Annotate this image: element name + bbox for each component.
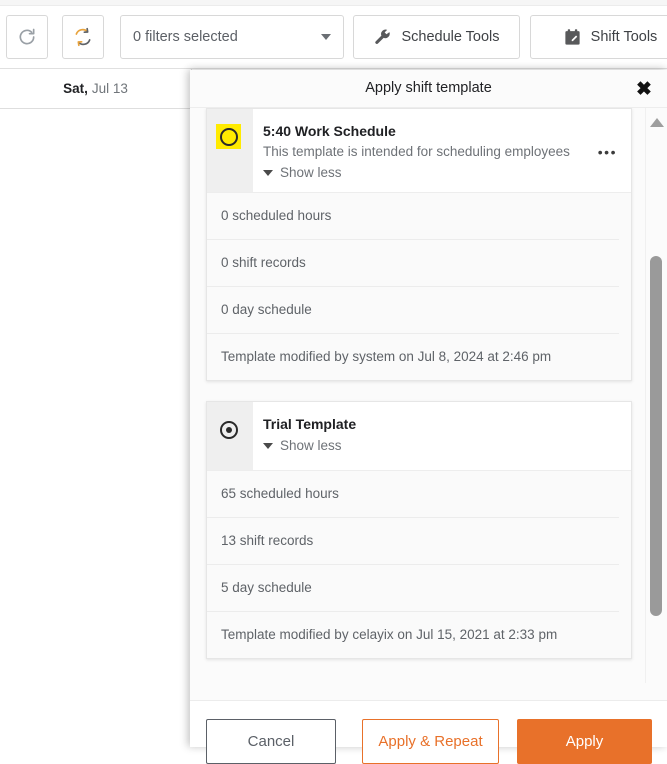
template-card[interactable]: 5:40 Work Schedule This template is inten…: [206, 108, 632, 381]
modal-header: Apply shift template ✖: [190, 70, 667, 108]
template-detail-row: 13 shift records: [207, 518, 619, 565]
template-description: This template is intended for scheduling…: [263, 144, 570, 159]
shift-tools-label: Shift Tools: [590, 29, 658, 45]
template-name: Trial Template: [263, 416, 357, 432]
modal-scrollbar[interactable]: [645, 108, 667, 700]
template-detail-row: 0 scheduled hours: [207, 193, 619, 240]
radio-wrapper: [216, 124, 241, 149]
scroll-up-arrow-icon[interactable]: [650, 118, 664, 127]
template-details: 0 scheduled hours 0 shift records 0 day sc…: [207, 192, 631, 380]
show-less-label: Show less: [280, 165, 342, 180]
radio-wrapper: [219, 420, 241, 442]
template-detail-row: Template modified by system on Jul 8, 20…: [221, 349, 552, 364]
template-card-body: 5:40 Work Schedule This template is inten…: [253, 109, 631, 192]
template-description-row: This template is intended for scheduling…: [263, 144, 619, 159]
show-less-toggle[interactable]: Show less: [263, 438, 619, 453]
footer-spacer: [190, 683, 667, 700]
refresh-icon: [17, 27, 37, 47]
wrench-icon: [373, 28, 392, 47]
template-details: 65 scheduled hours 13 shift records 5 day …: [207, 470, 631, 658]
schedule-tools-button[interactable]: Schedule Tools: [353, 15, 520, 59]
cancel-button[interactable]: Cancel: [206, 719, 336, 764]
scrollbar-thumb[interactable]: [650, 256, 662, 616]
show-less-toggle[interactable]: Show less: [263, 165, 619, 180]
calendar-edit-icon: [563, 28, 582, 47]
sync-icon: [73, 27, 93, 47]
day-column-header[interactable]: Sat, Jul 13: [0, 69, 192, 109]
template-list-scroll-region[interactable]: 5:40 Work Schedule This template is inten…: [190, 108, 667, 700]
schedule-grid-body: [0, 109, 192, 747]
show-less-label: Show less: [280, 438, 342, 453]
shift-tools-button[interactable]: Shift Tools: [530, 15, 667, 59]
close-icon[interactable]: ✖: [633, 78, 655, 100]
refresh-button[interactable]: [6, 15, 48, 59]
day-date-label: Jul 13: [91, 81, 128, 96]
filters-dropdown[interactable]: 0 filters selected: [120, 15, 344, 59]
radio-selected-icon: [220, 421, 238, 439]
top-toolbar: 0 filters selected Schedule Tools Shift …: [0, 0, 667, 69]
radio-unselected-icon: [220, 128, 238, 146]
template-radio[interactable]: [207, 109, 253, 192]
apply-button[interactable]: Apply: [517, 719, 652, 764]
day-of-week-label: Sat,: [63, 81, 88, 96]
toolbar-top-strip: [0, 0, 667, 6]
template-detail-row: 0 day schedule: [207, 287, 619, 334]
template-card[interactable]: Trial Template Show less 65 scheduled hour…: [206, 401, 632, 659]
template-detail-row: 0 shift records: [207, 240, 619, 287]
schedule-tools-label: Schedule Tools: [401, 29, 500, 45]
modal-footer: Cancel Apply & Repeat Apply: [190, 700, 667, 764]
chevron-down-icon: [263, 169, 273, 176]
apply-shift-template-modal: Apply shift template ✖ 5:40 Work Schedul…: [190, 70, 667, 764]
template-detail-row: 5 day schedule: [207, 565, 619, 612]
template-detail-row: 65 scheduled hours: [207, 471, 619, 518]
template-radio[interactable]: [207, 402, 253, 470]
template-name: 5:40 Work Schedule: [263, 123, 396, 139]
template-card-header: Trial Template Show less: [207, 402, 631, 470]
chevron-down-icon: [321, 34, 331, 40]
modal-title: Apply shift template: [365, 80, 492, 96]
radio-dot: [226, 427, 232, 433]
chevron-down-icon: [263, 442, 273, 449]
filters-selected-value: 0 filters selected: [133, 29, 238, 45]
sync-button[interactable]: [62, 15, 104, 59]
template-list: 5:40 Work Schedule This template is inten…: [206, 108, 632, 679]
template-card-header: 5:40 Work Schedule This template is inten…: [207, 109, 631, 192]
template-card-body: Trial Template Show less: [253, 402, 631, 470]
kebab-menu-icon[interactable]: •••: [598, 145, 619, 159]
apply-and-repeat-button[interactable]: Apply & Repeat: [362, 719, 499, 764]
template-detail-row: Template modified by celayix on Jul 15, …: [221, 627, 558, 642]
